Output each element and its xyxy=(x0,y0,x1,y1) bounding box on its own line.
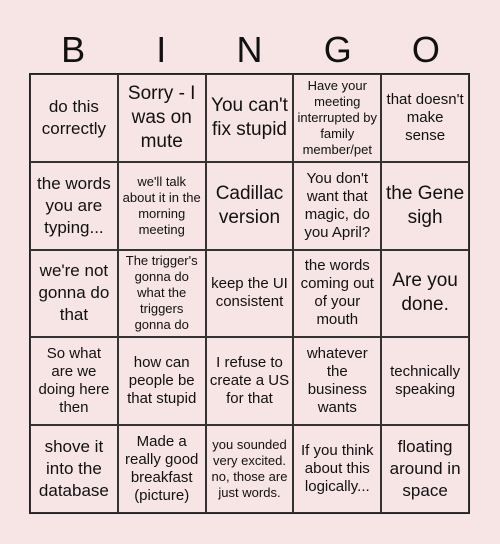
bingo-cell[interactable]: You don't want that magic, do you April? xyxy=(293,161,382,250)
bingo-cell[interactable]: that doesn't make sense xyxy=(381,74,469,162)
bingo-cell[interactable]: The trigger's gonna do what the triggers… xyxy=(117,249,206,338)
header-letter-g: G xyxy=(323,29,352,70)
bingo-cell[interactable]: keep the UI consistent xyxy=(205,249,294,338)
bingo-cell[interactable]: shove it into the database xyxy=(30,425,118,513)
header-letter-o: O xyxy=(411,29,440,70)
bingo-cell[interactable]: the Gene sigh xyxy=(381,161,469,250)
bingo-cell[interactable]: the words coming out of your mouth xyxy=(293,249,382,338)
bingo-cell[interactable]: If you think about this logically... xyxy=(293,425,382,513)
bingo-cell[interactable]: So what are we doing here then xyxy=(30,337,118,426)
bingo-cell[interactable]: Are you done. xyxy=(381,249,469,338)
bingo-card: do this correctly Sorry - I was on mute … xyxy=(29,73,470,514)
bingo-cell[interactable]: Cadillac version xyxy=(205,161,294,250)
bingo-cell[interactable]: Made a really good breakfast (picture) xyxy=(117,425,206,513)
header-letter-n: N xyxy=(236,29,263,70)
bingo-cell[interactable]: we'll talk about it in the morning meeti… xyxy=(117,161,206,250)
bingo-cell[interactable]: You can't fix stupid xyxy=(205,74,294,162)
bingo-cell[interactable]: do this correctly xyxy=(30,74,118,162)
bingo-cell[interactable]: floating around in space xyxy=(381,425,469,513)
bingo-cell[interactable]: Have your meeting interrupted by family … xyxy=(293,74,382,162)
bingo-cell[interactable]: I refuse to create a US for that xyxy=(205,337,294,426)
bingo-header: B I N G O xyxy=(29,28,470,72)
bingo-cell[interactable]: how can people be that stupid xyxy=(117,337,206,426)
bingo-cell[interactable]: we're not gonna do that xyxy=(30,249,118,338)
bingo-cell[interactable]: Sorry - I was on mute xyxy=(117,74,206,162)
bingo-cell[interactable]: you sounded very excited. no, those are … xyxy=(205,425,294,513)
header-letter-i: I xyxy=(156,29,167,70)
bingo-cell[interactable]: technically speaking xyxy=(381,337,469,426)
bingo-cell[interactable]: the words you are typing... xyxy=(30,161,118,250)
bingo-cell[interactable]: whatever the business wants xyxy=(293,337,382,426)
header-letter-b: B xyxy=(61,29,86,70)
